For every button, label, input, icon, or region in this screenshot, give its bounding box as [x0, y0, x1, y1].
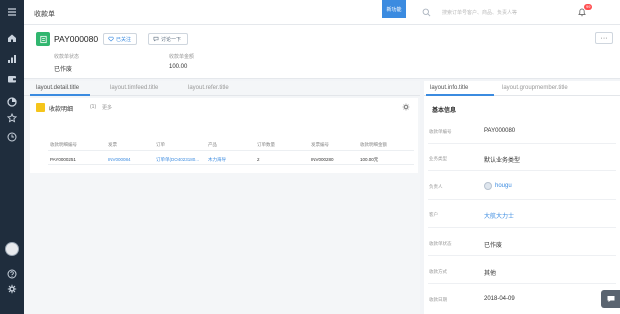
- home-icon[interactable]: [6, 32, 18, 44]
- tab-refer[interactable]: layout.refer.title: [188, 85, 229, 91]
- amount-label: 收款单金额: [169, 54, 195, 60]
- notification-badge: 99: [584, 4, 593, 10]
- search-icon[interactable]: [422, 8, 431, 17]
- table-cell: 100.00元: [360, 157, 379, 162]
- table-cell: 2: [257, 157, 260, 162]
- menu-icon[interactable]: [6, 6, 18, 18]
- record-header: PAY000080 已关注 讨论一下 ··· 收款单状态 已作废 收款单金额 1…: [24, 25, 620, 79]
- tab-group-member[interactable]: layout.groupmember.title: [502, 85, 568, 91]
- discuss-label: 讨论一下: [161, 36, 182, 43]
- settings-gear-icon[interactable]: [6, 283, 18, 295]
- field-label: 收款方式: [429, 269, 447, 274]
- divider: [48, 150, 414, 151]
- field-label: 收款日期: [429, 297, 447, 302]
- table-cell-link[interactable]: 订单单(DO4023180...: [156, 157, 199, 163]
- star-icon[interactable]: [6, 112, 18, 124]
- field-label: 收款单编号: [429, 129, 452, 134]
- page-title: 收款单: [34, 11, 55, 18]
- payment-detail-card: 收款明细 (1) 更多 收款明细编号 发票 订单 产品 订单数量 发票编号 收款…: [30, 98, 418, 173]
- active-tab-underline: [426, 94, 494, 96]
- list-icon: [36, 103, 45, 112]
- section-title: 基本信息: [432, 108, 457, 114]
- divider: [428, 170, 616, 171]
- detail-panel: layout.detail.title layout.timfeed.title…: [24, 81, 420, 314]
- help-icon[interactable]: [6, 268, 18, 280]
- status-label: 收款单状态: [54, 54, 80, 60]
- field-label: 收款单状态: [429, 241, 452, 246]
- owner-link[interactable]: hougu: [495, 183, 512, 189]
- card-title: 收款明细: [49, 107, 74, 113]
- divider: [428, 199, 616, 200]
- gear-icon[interactable]: [402, 103, 410, 111]
- field-label: 业务类型: [429, 156, 447, 161]
- table-cell-link[interactable]: 木力海导: [208, 157, 226, 163]
- column-header: 发票编号: [311, 142, 329, 147]
- left-nav: [0, 0, 24, 314]
- user-avatar[interactable]: [5, 242, 19, 256]
- table-cell[interactable]: PAY0000251: [50, 157, 76, 162]
- tab-detail[interactable]: layout.detail.title: [36, 85, 79, 91]
- follow-label: 已关注: [116, 36, 132, 43]
- new-feature-button[interactable]: 新功能: [382, 0, 406, 18]
- customer-link[interactable]: 大航大力士: [484, 211, 514, 220]
- heart-icon: [108, 36, 114, 42]
- field-value: 其他: [484, 271, 497, 277]
- owner-avatar: [484, 182, 492, 190]
- wallet-icon[interactable]: [6, 73, 18, 85]
- search-input[interactable]: 搜索订单号客户、商品、负责人等: [442, 9, 517, 16]
- card-count: (1): [90, 104, 97, 110]
- table-cell-link[interactable]: INV000084: [108, 157, 131, 162]
- chat-bubble-icon: [153, 36, 159, 42]
- follow-button[interactable]: 已关注: [103, 33, 137, 45]
- divider: [428, 283, 616, 284]
- amount-value: 100.00: [169, 64, 188, 70]
- divider: [428, 143, 616, 144]
- divider: [428, 227, 616, 228]
- field-value: 已作废: [484, 243, 503, 249]
- field-value: 2018-04-09: [484, 296, 515, 302]
- divider: [48, 164, 414, 165]
- field-value: PAY000080: [484, 128, 516, 134]
- detail-tabs: layout.detail.title layout.timfeed.title…: [24, 81, 420, 96]
- chat-widget-button[interactable]: [601, 290, 620, 308]
- bar-chart-icon[interactable]: [6, 53, 18, 65]
- chat-bubble-icon: [607, 296, 614, 302]
- pie-chart-icon[interactable]: [6, 96, 18, 108]
- clock-icon[interactable]: [6, 131, 18, 143]
- column-header: 订单数量: [257, 142, 275, 147]
- info-panel: layout.info.title layout.groupmember.tit…: [424, 81, 620, 314]
- column-header: 发票: [108, 142, 117, 147]
- column-header: 产品: [208, 142, 217, 147]
- card-more-link[interactable]: 更多: [102, 104, 112, 111]
- status-value: 已作废: [54, 67, 73, 73]
- info-tabs: layout.info.title layout.groupmember.tit…: [424, 81, 620, 96]
- discuss-button[interactable]: 讨论一下: [148, 33, 188, 45]
- field-label: 客户: [429, 212, 438, 217]
- table-cell: INV000280: [311, 157, 334, 162]
- column-header: 收款明细编号: [50, 142, 77, 147]
- receipt-icon: [36, 32, 50, 46]
- tab-info[interactable]: layout.info.title: [430, 85, 468, 91]
- top-bar: 收款单 新功能 搜索订单号客户、商品、负责人等 99: [24, 0, 620, 25]
- active-tab-underline: [30, 94, 90, 96]
- more-actions-button[interactable]: ···: [595, 32, 613, 44]
- field-label: 负责人: [429, 184, 443, 189]
- divider: [428, 255, 616, 256]
- tab-timefeed[interactable]: layout.timfeed.title: [110, 85, 158, 91]
- record-id: PAY000080: [54, 34, 99, 44]
- column-header: 收款明细金额: [360, 142, 387, 147]
- field-value: 默认业务类型: [484, 158, 521, 164]
- column-header: 订单: [156, 142, 165, 147]
